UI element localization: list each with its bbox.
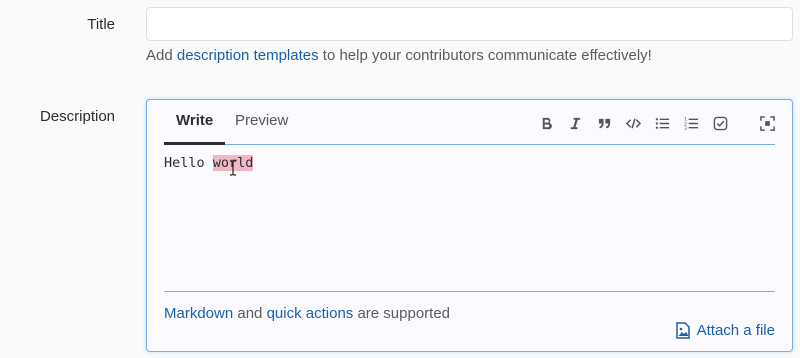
svg-text:3: 3 — [684, 126, 687, 131]
code-icon[interactable] — [622, 112, 644, 134]
hint-supported: are supported — [353, 305, 451, 322]
tab-preview[interactable]: Preview — [223, 112, 300, 145]
text-cursor-icon — [230, 160, 236, 176]
attach-file-label: Attach a file — [696, 322, 775, 339]
title-label: Title — [87, 16, 115, 33]
fullscreen-icon[interactable] — [756, 112, 778, 134]
hint-and: and — [233, 305, 267, 322]
markdown-link[interactable]: Markdown — [164, 305, 233, 322]
editor-divider — [164, 291, 775, 292]
bullet-list-icon[interactable] — [651, 112, 673, 134]
quote-icon[interactable] — [593, 112, 615, 134]
numbered-list-icon[interactable]: 123 — [680, 112, 702, 134]
editor-tabs: Write Preview 123 — [164, 100, 775, 145]
quick-actions-link[interactable]: quick actions — [267, 305, 354, 322]
italic-icon[interactable] — [564, 112, 586, 134]
title-hint: Add description templates to help your c… — [146, 47, 652, 64]
description-editor: Write Preview 123 Hello world Markdown a… — [146, 99, 793, 352]
text-plain: Hello — [164, 155, 213, 171]
markdown-hint: Markdown and quick actions are supported — [164, 305, 450, 322]
hint-prefix: Add — [146, 47, 177, 64]
tab-write[interactable]: Write — [164, 112, 226, 145]
bold-icon[interactable] — [535, 112, 557, 134]
image-file-icon — [675, 322, 690, 339]
description-textarea[interactable]: Hello world — [164, 155, 764, 275]
task-list-icon[interactable] — [709, 112, 731, 134]
description-label: Description — [39, 108, 115, 125]
title-input[interactable] — [146, 7, 793, 41]
hint-suffix: to help your contributors communicate ef… — [318, 47, 652, 64]
description-templates-link[interactable]: description templates — [177, 47, 319, 64]
attach-file-button[interactable]: Attach a file — [675, 322, 775, 339]
